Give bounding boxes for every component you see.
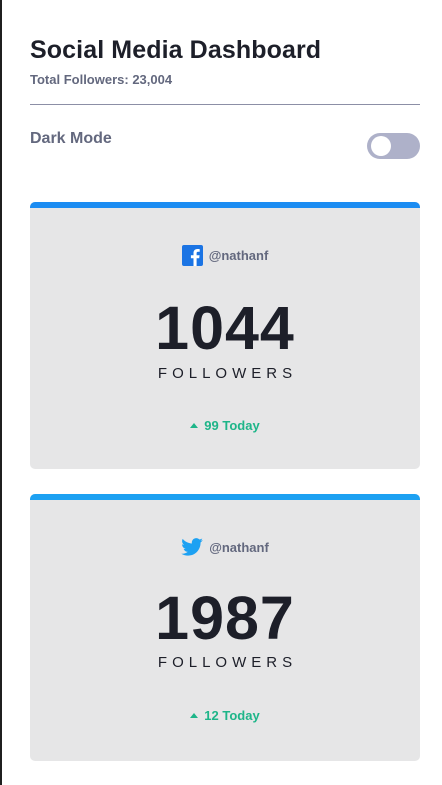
- total-followers: Total Followers: 23,004: [30, 72, 173, 87]
- follower-count: 1987: [155, 584, 295, 652]
- toggle-knob: [371, 136, 391, 156]
- today-change: 12 Today: [30, 708, 420, 723]
- card-handle-row: @nathanf: [30, 244, 420, 266]
- today-change: 99 Today: [30, 418, 420, 433]
- header-divider: [30, 104, 420, 105]
- today-change-text: 12 Today: [204, 708, 260, 723]
- arrow-up-icon: [190, 423, 199, 428]
- facebook-icon: [181, 244, 203, 266]
- card-handle-row: @nathanf: [30, 536, 420, 558]
- app-frame: Social Media Dashboard Total Followers: …: [0, 0, 442, 785]
- card-handle: @nathanf: [208, 247, 269, 263]
- card-accent-bar: [30, 202, 420, 208]
- card-handle: @nathanf: [209, 539, 269, 555]
- dark-mode-label: Dark Mode: [30, 130, 112, 147]
- follower-count: 1044: [155, 294, 295, 362]
- dark-mode-toggle[interactable]: [367, 133, 420, 159]
- page-title: Social Media Dashboard: [30, 36, 322, 64]
- facebook-card[interactable]: @nathanf 1044 FOLLOWERS 99 Today: [30, 202, 420, 469]
- followers-label: FOLLOWERS: [157, 365, 298, 382]
- twitter-card[interactable]: @nathanf 1987 FOLLOWERS 12 Today: [30, 494, 420, 761]
- twitter-icon: [181, 538, 203, 556]
- followers-label: FOLLOWERS: [157, 654, 298, 671]
- today-change-text: 99 Today: [204, 418, 260, 433]
- arrow-up-icon: [190, 713, 199, 718]
- card-accent-bar: [30, 494, 420, 500]
